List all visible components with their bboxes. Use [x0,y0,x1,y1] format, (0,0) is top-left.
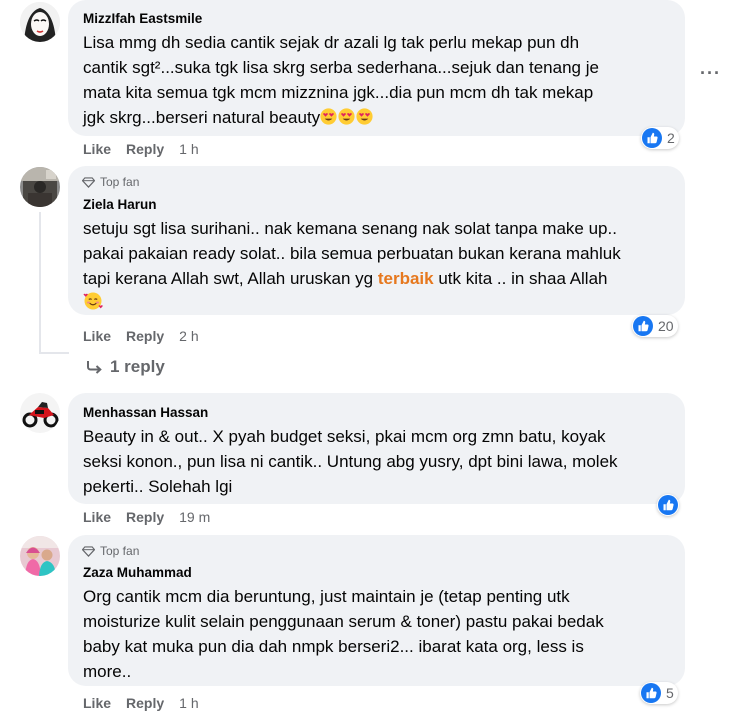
comment-line: setuju sgt lisa surihani.. nak kemana se… [83,219,617,238]
avatar-face-icon [20,2,60,42]
like-button[interactable]: Like [83,509,111,525]
reaction-count: 20 [658,318,674,334]
comment-line: tapi kerana Allah swt, Allah uruskan yg [83,269,374,288]
comment-time[interactable]: 19 m [179,509,210,525]
avatar-photo-icon [20,167,60,207]
comment-line: Beauty in & out.. X pyah budget seksi, p… [83,427,606,446]
more-options-icon[interactable]: ··· [700,63,721,84]
comment-line: Org cantik mcm dia beruntung, just maint… [83,587,570,606]
heart-eyes-emoji-icon [320,108,374,127]
diamond-icon [82,176,95,188]
comment-author[interactable]: MizzIfah Eastsmile [83,11,202,26]
comment-line-with-emoji: jgk skrg...berseri natural beauty [83,105,374,130]
like-button[interactable]: Like [83,695,111,711]
comment-author[interactable]: Ziela Harun [83,197,157,212]
comment-line-with-highlight: tapi kerana Allah swt, Allah uruskan yg … [83,266,608,291]
comment-line: jgk skrg...berseri natural beauty [83,108,321,127]
like-button[interactable]: Like [83,328,111,344]
top-fan-badge: Top fan [82,544,139,558]
comment-author[interactable]: Zaza Muhammad [83,565,192,580]
comment-line: moisturize kulit selain penggunaan serum… [83,612,604,631]
comment-line: Lisa mmg dh sedia cantik sejak dr azali … [83,33,580,52]
avatar-motorcycle-icon [20,393,60,433]
avatar[interactable] [20,167,60,207]
thread-line [39,352,69,354]
reply-button[interactable]: Reply [126,328,164,344]
comment-actions: Like Reply 2 h [83,328,199,344]
comment-time[interactable]: 2 h [179,328,198,344]
thumbs-up-icon [658,495,678,515]
comment-actions: Like Reply 19 m [83,509,210,525]
comment-author[interactable]: Menhassan Hassan [83,405,208,420]
comment-actions: Like Reply 1 h [83,141,199,157]
comment-bubble: Top fan Zaza Muhammad Org cantik mcm dia… [68,535,685,686]
reaction-summary[interactable]: 2 [641,127,679,149]
comment-line: mata kita semua tgk mcm mizznina jgk...d… [83,83,594,102]
top-fan-label: Top fan [100,544,140,558]
thumbs-up-icon [633,316,653,336]
reaction-summary[interactable] [657,494,679,516]
reaction-summary[interactable]: 5 [640,682,678,704]
avatar[interactable] [20,393,60,433]
thumbs-up-icon [641,683,661,703]
avatar[interactable] [20,536,60,576]
reply-arrow-icon [87,361,102,374]
comment-bubble: MizzIfah Eastsmile Lisa mmg dh sedia can… [68,0,685,136]
comment-line: pakai pakaian ready solat.. bila semua p… [83,244,621,263]
comment-line: cantik sgt²...suka tgk lisa skrg serba s… [83,58,599,77]
comment-actions: Like Reply 1 h [83,695,199,711]
comment-time[interactable]: 1 h [179,695,198,711]
avatar-photo-icon [20,536,60,576]
reaction-count: 2 [667,130,675,146]
comment-bubble: Top fan Ziela Harun setuju sgt lisa suri… [68,166,685,315]
reaction-count: 5 [666,685,674,701]
smiling-face-with-hearts-emoji-icon [83,291,104,316]
reaction-summary[interactable]: 20 [632,315,678,337]
comment-time[interactable]: 1 h [179,141,198,157]
comment-line: baby kat muka pun dia dah nmpk berseri2.… [83,637,584,656]
comment-line: pekerti.. Solehah lgi [83,477,233,496]
like-button[interactable]: Like [83,141,111,157]
reply-button[interactable]: Reply [126,141,164,157]
highlighted-word: terbaik [377,269,434,288]
reply-button[interactable]: Reply [126,695,164,711]
reply-button[interactable]: Reply [126,509,164,525]
view-replies-button[interactable]: 1 reply [86,357,165,377]
comment-line: utk kita .. in shaa Allah [438,269,608,288]
comment-line: seksi konon., pun lisa ni cantik.. Untun… [83,452,618,471]
view-replies-label: 1 reply [110,357,165,376]
avatar[interactable] [20,2,60,42]
comment-bubble: Menhassan Hassan Beauty in & out.. X pya… [68,393,685,504]
top-fan-label: Top fan [100,175,140,189]
diamond-icon [82,545,95,557]
top-fan-badge: Top fan [82,175,139,189]
comment-line: more.. [83,662,132,681]
thumbs-up-icon [642,128,662,148]
thread-line [39,212,41,354]
